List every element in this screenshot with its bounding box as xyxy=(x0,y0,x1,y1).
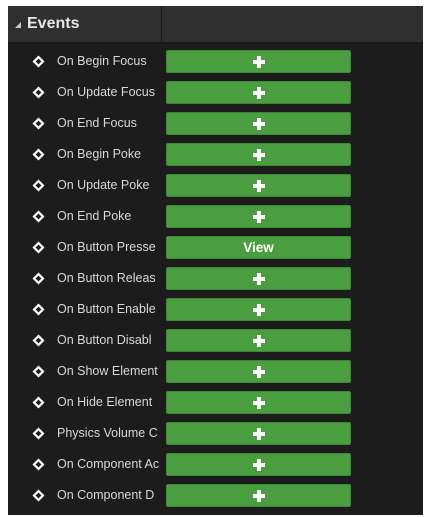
event-row-8: On Button Releas xyxy=(8,263,423,294)
event-label: On Component D xyxy=(57,488,155,502)
add-event-button[interactable] xyxy=(166,50,351,73)
event-diamond-icon xyxy=(32,241,45,254)
event-label: On Button Disabl xyxy=(57,333,152,347)
plus-icon xyxy=(252,396,265,409)
add-event-button[interactable] xyxy=(166,422,351,445)
add-event-button[interactable] xyxy=(166,267,351,290)
add-event-button[interactable] xyxy=(166,143,351,166)
event-diamond-icon xyxy=(32,210,45,223)
event-row-6: On End Poke xyxy=(8,201,423,232)
event-row-3: On End Focus xyxy=(8,108,423,139)
event-diamond-icon xyxy=(32,179,45,192)
add-event-button[interactable] xyxy=(166,484,351,507)
plus-icon xyxy=(252,117,265,130)
event-row-14: On Component Ac xyxy=(8,449,423,480)
event-row-4: On Begin Poke xyxy=(8,139,423,170)
event-row-15: On Component D xyxy=(8,480,423,511)
event-label: On Update Focus xyxy=(57,85,155,99)
plus-icon xyxy=(252,303,265,316)
add-event-button[interactable] xyxy=(166,329,351,352)
event-diamond-icon xyxy=(32,117,45,130)
add-event-button[interactable] xyxy=(166,112,351,135)
event-label: On Hide Element xyxy=(57,395,153,409)
event-row-12: On Hide Element xyxy=(8,387,423,418)
event-diamond-icon xyxy=(32,458,45,471)
event-row-11: On Show Element xyxy=(8,356,423,387)
plus-icon xyxy=(252,272,265,285)
event-label: On End Focus xyxy=(57,116,137,130)
add-event-button[interactable] xyxy=(166,453,351,476)
event-diamond-icon xyxy=(32,272,45,285)
event-row-13: Physics Volume C xyxy=(8,418,423,449)
plus-icon xyxy=(252,334,265,347)
add-event-button[interactable] xyxy=(166,298,351,321)
events-list: On Begin Focus On Update Focus On End Fo… xyxy=(8,46,423,511)
view-event-button[interactable]: View xyxy=(166,236,351,259)
add-event-button[interactable] xyxy=(166,205,351,228)
add-event-button[interactable] xyxy=(166,81,351,104)
event-diamond-icon xyxy=(32,303,45,316)
section-title: Events xyxy=(27,15,80,32)
events-section-header[interactable]: Events xyxy=(8,6,423,43)
plus-icon xyxy=(252,489,265,502)
event-row-10: On Button Disabl xyxy=(8,325,423,356)
plus-icon xyxy=(252,365,265,378)
plus-icon xyxy=(252,148,265,161)
details-panel: Events On Begin Focus On Update Focus On… xyxy=(8,6,423,515)
event-label: On Show Element xyxy=(57,364,158,378)
event-label: Physics Volume C xyxy=(57,426,158,440)
event-label: On Button Releas xyxy=(57,271,156,285)
event-row-5: On Update Poke xyxy=(8,170,423,201)
event-diamond-icon xyxy=(32,365,45,378)
event-row-2: On Update Focus xyxy=(8,77,423,108)
event-row-1: On Begin Focus xyxy=(8,46,423,77)
plus-icon xyxy=(252,55,265,68)
event-diamond-icon xyxy=(32,396,45,409)
column-divider xyxy=(161,6,162,43)
event-label: On End Poke xyxy=(57,209,132,223)
event-label: On Update Poke xyxy=(57,178,150,192)
event-diamond-icon xyxy=(32,55,45,68)
event-row-7: On Button Presse View xyxy=(8,232,423,263)
event-diamond-icon xyxy=(32,334,45,347)
event-label: On Component Ac xyxy=(57,457,160,471)
plus-icon xyxy=(252,427,265,440)
plus-icon xyxy=(252,210,265,223)
add-event-button[interactable] xyxy=(166,360,351,383)
view-button-label: View xyxy=(243,240,274,255)
event-diamond-icon xyxy=(32,489,45,502)
event-row-9: On Button Enable xyxy=(8,294,423,325)
event-diamond-icon xyxy=(32,427,45,440)
event-diamond-icon xyxy=(32,86,45,99)
add-event-button[interactable] xyxy=(166,174,351,197)
event-label: On Begin Poke xyxy=(57,147,142,161)
plus-icon xyxy=(252,179,265,192)
event-label: On Button Enable xyxy=(57,302,156,316)
plus-icon xyxy=(252,458,265,471)
event-label: On Begin Focus xyxy=(57,54,147,68)
plus-icon xyxy=(252,86,265,99)
event-diamond-icon xyxy=(32,148,45,161)
event-label: On Button Presse xyxy=(57,240,156,254)
add-event-button[interactable] xyxy=(166,391,351,414)
collapse-arrow-icon[interactable] xyxy=(15,22,21,28)
